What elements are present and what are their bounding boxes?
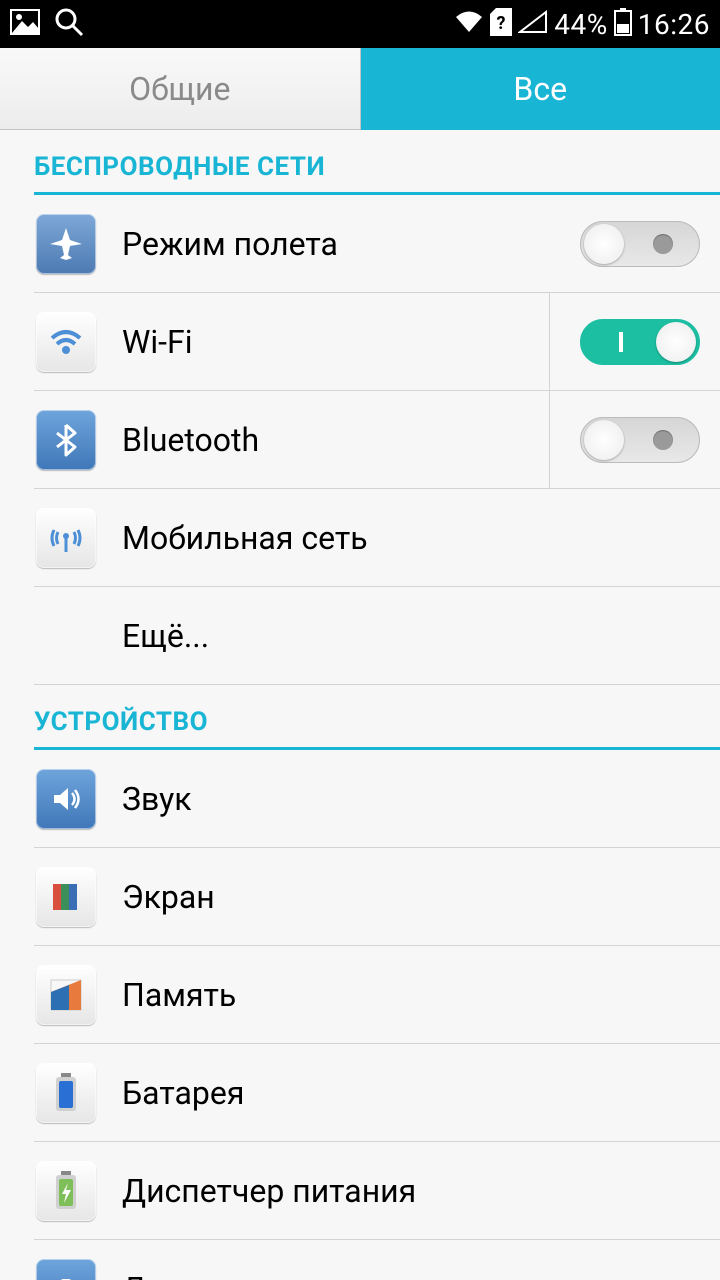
- toggle-bluetooth[interactable]: [580, 417, 700, 463]
- battery-icon: [614, 8, 632, 40]
- row-storage[interactable]: Память: [34, 946, 720, 1044]
- statusbar: ? 44% 16:26: [0, 0, 720, 48]
- row-power-manager[interactable]: Диспетчер питания: [34, 1142, 720, 1240]
- wifi-icon: [454, 10, 484, 38]
- toggle-airplane[interactable]: [580, 221, 700, 267]
- row-display[interactable]: Экран: [34, 848, 720, 946]
- label-display: Экран: [122, 878, 700, 916]
- label-bluetooth: Bluetooth: [122, 421, 549, 459]
- battery-settings-icon: [34, 1061, 98, 1125]
- row-airplane[interactable]: Режим полета: [34, 195, 720, 293]
- label-storage: Память: [122, 976, 700, 1014]
- storage-icon: [34, 963, 98, 1027]
- label-battery: Батарея: [122, 1074, 700, 1112]
- label-motion: Движения: [122, 1270, 700, 1280]
- sim-unknown-icon: ?: [490, 8, 512, 40]
- wifi-settings-icon: [34, 310, 98, 374]
- row-sound[interactable]: Звук: [34, 750, 720, 848]
- tab-all[interactable]: Все: [361, 48, 720, 130]
- label-mobile-network: Мобильная сеть: [122, 519, 700, 557]
- settings-content: БЕСПРОВОДНЫЕ СЕТИ Режим полета Wi-Fi Blu…: [0, 130, 720, 1280]
- tab-general[interactable]: Общие: [0, 48, 361, 130]
- section-header-device: УСТРОЙСТВО: [8, 685, 720, 747]
- display-icon: [34, 865, 98, 929]
- clock: 16:26: [638, 8, 710, 41]
- label-power-manager: Диспетчер питания: [122, 1172, 700, 1210]
- row-wifi[interactable]: Wi-Fi: [34, 293, 720, 391]
- toggle-wifi[interactable]: [580, 319, 700, 365]
- label-wifi: Wi-Fi: [122, 323, 549, 361]
- row-battery[interactable]: Батарея: [34, 1044, 720, 1142]
- airplane-icon: [34, 212, 98, 276]
- power-manager-icon: [34, 1159, 98, 1223]
- svg-text:?: ?: [497, 13, 506, 34]
- row-more[interactable]: Ещё...: [34, 587, 720, 685]
- row-mobile-network[interactable]: Мобильная сеть: [34, 489, 720, 587]
- tabs: Общие Все: [0, 48, 720, 130]
- mobile-network-icon: [34, 506, 98, 570]
- more-spacer: [34, 604, 98, 668]
- sound-icon: [34, 767, 98, 831]
- gallery-icon: [10, 9, 40, 39]
- row-motion[interactable]: Движения: [34, 1240, 720, 1280]
- label-sound: Звук: [122, 780, 700, 818]
- section-header-wireless: БЕСПРОВОДНЫЕ СЕТИ: [8, 130, 720, 192]
- search-icon: [54, 7, 84, 41]
- label-more: Ещё...: [122, 617, 700, 655]
- signal-icon: [518, 10, 548, 38]
- label-airplane: Режим полета: [122, 225, 580, 263]
- battery-percent: 44%: [554, 8, 607, 41]
- bluetooth-icon: [34, 408, 98, 472]
- row-bluetooth[interactable]: Bluetooth: [34, 391, 720, 489]
- motion-icon: [34, 1257, 98, 1280]
